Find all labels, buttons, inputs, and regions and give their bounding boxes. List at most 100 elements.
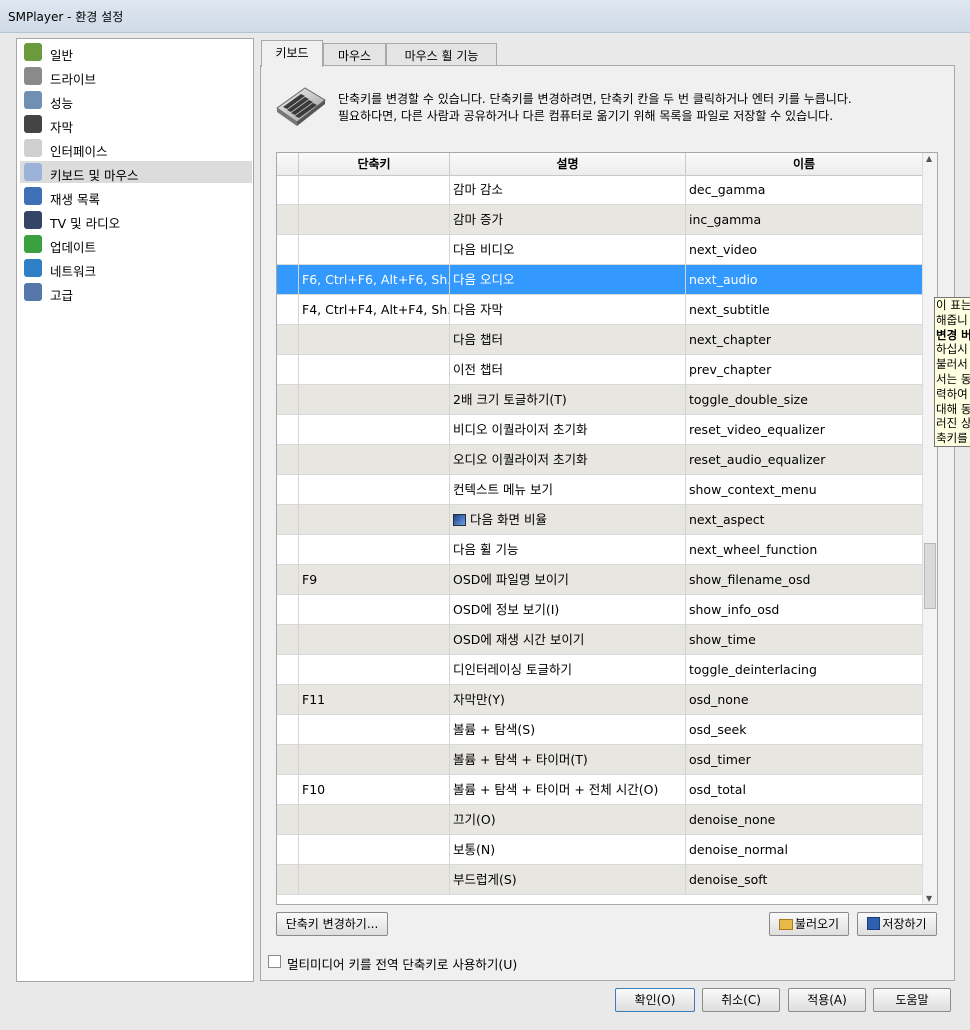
action-name-cell: show_filename_osd xyxy=(689,572,811,587)
shortcut-cell[interactable] xyxy=(299,715,450,745)
description-cell: 이전 챕터 xyxy=(450,355,686,385)
sidebar-item-0[interactable]: 일반 xyxy=(20,41,252,63)
shortcut-cell[interactable] xyxy=(299,175,450,205)
sidebar-item-1[interactable]: 드라이브 xyxy=(20,65,252,87)
sidebar-item-9[interactable]: 네트워크 xyxy=(20,257,252,279)
table-row[interactable]: F6, Ctrl+F6, Alt+F6, Sh... 다음 오디오 next_aud… xyxy=(277,265,922,295)
table-row[interactable]: F10 볼륨 + 탐색 + 타이머 + 전체 시간(O) osd_total xyxy=(277,775,922,805)
scroll-down-arrow-icon[interactable]: ▼ xyxy=(926,894,932,903)
table-row[interactable]: OSD에 재생 시간 보이기 show_time xyxy=(277,625,922,655)
table-header: 단축키 설명 이름 xyxy=(277,153,922,176)
shortcut-cell[interactable] xyxy=(299,445,450,475)
table-row[interactable]: 부드럽게(S) denoise_soft xyxy=(277,865,922,895)
shortcut-cell[interactable] xyxy=(299,505,450,535)
action-name-cell: next_video xyxy=(689,242,758,257)
ok-button[interactable]: 확인(O) xyxy=(615,988,695,1012)
tab-mouse[interactable]: 마우스 xyxy=(323,43,386,67)
shortcut-cell[interactable] xyxy=(299,865,450,895)
shortcut-cell[interactable] xyxy=(299,475,450,505)
sidebar-item-label: 성능 xyxy=(50,96,74,111)
action-name-cell: next_audio xyxy=(689,272,758,287)
scroll-up-arrow-icon[interactable]: ▲ xyxy=(926,154,932,163)
action-name-cell: osd_seek xyxy=(689,722,747,737)
shortcut-cell[interactable] xyxy=(299,625,450,655)
description-cell: 오디오 이퀄라이저 초기화 xyxy=(450,445,686,475)
shortcut-cell[interactable] xyxy=(299,535,450,565)
description-text: 보통(N) xyxy=(453,842,496,857)
shortcut-cell[interactable] xyxy=(299,595,450,625)
tab-keyboard[interactable]: 키보드 xyxy=(261,40,323,67)
shortcut-cell[interactable]: F6, Ctrl+F6, Alt+F6, Sh... xyxy=(299,265,450,295)
sidebar-item-6[interactable]: 재생 목록 xyxy=(20,185,252,207)
row-indicator-cell xyxy=(277,355,299,385)
shortcut-cell[interactable]: F4, Ctrl+F4, Alt+F4, Sh... xyxy=(299,295,450,325)
shortcut-cell[interactable] xyxy=(299,835,450,865)
shortcut-cell[interactable] xyxy=(299,415,450,445)
shortcut-cell[interactable]: F11 xyxy=(299,685,450,715)
sidebar-item-2[interactable]: 성능 xyxy=(20,89,252,111)
shortcut-cell[interactable] xyxy=(299,355,450,385)
sidebar-item-8[interactable]: 업데이트 xyxy=(20,233,252,255)
table-row[interactable]: 디인터레이싱 토글하기 toggle_deinterlacing xyxy=(277,655,922,685)
action-name-cell: toggle_double_size xyxy=(689,392,808,407)
header-name[interactable]: 이름 xyxy=(686,153,922,175)
description-text: 컨텍스트 메뉴 보기 xyxy=(453,482,553,497)
table-row[interactable]: 다음 비디오 next_video xyxy=(277,235,922,265)
table-row[interactable]: 감마 증가 inc_gamma xyxy=(277,205,922,235)
global-media-keys-label[interactable]: 멀티미디어 키를 전역 단축키로 사용하기(U) xyxy=(287,954,517,973)
shortcut-cell[interactable]: F9 xyxy=(299,565,450,595)
table-row[interactable]: F9 OSD에 파일명 보이기 show_filename_osd xyxy=(277,565,922,595)
tab-mouse-wheel[interactable]: 마우스 휠 기능 xyxy=(386,43,497,67)
table-row[interactable]: 컨텍스트 메뉴 보기 show_context_menu xyxy=(277,475,922,505)
sidebar-item-4[interactable]: 인터페이스 xyxy=(20,137,252,159)
description-cell: 다음 휠 기능 xyxy=(450,535,686,565)
shortcut-cell[interactable] xyxy=(299,745,450,775)
scrollbar-thumb[interactable] xyxy=(924,543,936,609)
global-media-keys-checkbox[interactable] xyxy=(268,955,281,968)
header-description[interactable]: 설명 xyxy=(450,153,686,175)
table-row[interactable]: 다음 화면 비율 next_aspect xyxy=(277,505,922,535)
table-row[interactable]: 오디오 이퀄라이저 초기화 reset_audio_equalizer xyxy=(277,445,922,475)
sidebar-item-5[interactable]: 키보드 및 마우스 xyxy=(20,161,252,183)
save-button[interactable]: 저장하기 xyxy=(857,912,937,936)
table-row[interactable]: 끄기(O) denoise_none xyxy=(277,805,922,835)
table-row[interactable]: F4, Ctrl+F4, Alt+F4, Sh... 다음 자막 next_subt… xyxy=(277,295,922,325)
table-row[interactable]: 보통(N) denoise_normal xyxy=(277,835,922,865)
action-name-cell: next_aspect xyxy=(689,512,765,527)
table-row[interactable]: 감마 감소 dec_gamma xyxy=(277,175,922,205)
table-row[interactable]: F11 자막만(Y) osd_none xyxy=(277,685,922,715)
action-name-cell: inc_gamma xyxy=(689,212,762,227)
sidebar-item-7[interactable]: TV 및 라디오 xyxy=(20,209,252,231)
load-button[interactable]: 불러오기 xyxy=(769,912,849,936)
shortcut-cell[interactable] xyxy=(299,325,450,355)
change-shortcut-button[interactable]: 단축키 변경하기... xyxy=(276,912,388,936)
table-row[interactable]: 2배 크기 토글하기(T) toggle_double_size xyxy=(277,385,922,415)
shortcut-cell[interactable] xyxy=(299,385,450,415)
aspect-ratio-icon xyxy=(453,514,466,526)
shortcut-cell[interactable]: F10 xyxy=(299,775,450,805)
table-row[interactable]: 비디오 이퀄라이저 초기화 reset_video_equalizer xyxy=(277,415,922,445)
apply-button[interactable]: 적용(A) xyxy=(788,988,866,1012)
table-row[interactable]: 다음 챕터 next_chapter xyxy=(277,325,922,355)
table-row[interactable]: 볼륨 + 탐색(S) osd_seek xyxy=(277,715,922,745)
help-button[interactable]: 도움말 xyxy=(873,988,951,1012)
cancel-button[interactable]: 취소(C) xyxy=(702,988,780,1012)
description-text: 다음 자막 xyxy=(453,302,503,317)
keyboard-mouse-icon xyxy=(24,163,42,181)
shortcut-table[interactable]: 단축키 설명 이름 감마 감소 dec_gamma 감마 증가 inc_gamma 다음… xyxy=(276,152,938,905)
table-vertical-scrollbar[interactable]: ▲ ▼ xyxy=(922,153,937,904)
action-name-cell: next_chapter xyxy=(689,332,772,347)
shortcut-cell[interactable] xyxy=(299,205,450,235)
window-titlebar[interactable]: SMPlayer - 환경 설정 xyxy=(0,0,970,33)
table-row[interactable]: 다음 휠 기능 next_wheel_function xyxy=(277,535,922,565)
shortcut-cell[interactable] xyxy=(299,655,450,685)
header-shortcut[interactable]: 단축키 xyxy=(299,153,450,175)
shortcut-cell[interactable] xyxy=(299,805,450,835)
description-cell: 부드럽게(S) xyxy=(450,865,686,895)
table-row[interactable]: 볼륨 + 탐색 + 타이머(T) osd_timer xyxy=(277,745,922,775)
table-row[interactable]: 이전 챕터 prev_chapter xyxy=(277,355,922,385)
sidebar-item-3[interactable]: 자막 xyxy=(20,113,252,135)
table-row[interactable]: OSD에 정보 보기(I) show_info_osd xyxy=(277,595,922,625)
shortcut-cell[interactable] xyxy=(299,235,450,265)
sidebar-item-10[interactable]: 고급 xyxy=(20,281,252,303)
